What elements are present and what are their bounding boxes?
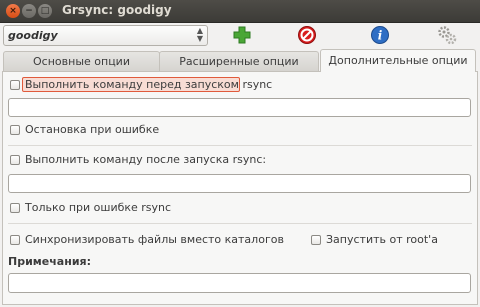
notes-input[interactable] bbox=[8, 273, 471, 293]
tab-extra-options[interactable]: Дополнительные опции bbox=[320, 49, 476, 72]
sync-files-checkbox[interactable] bbox=[10, 235, 20, 245]
only-on-error-checkbox[interactable] bbox=[10, 203, 20, 213]
combo-arrows-icon: ▲ ▼ bbox=[196, 26, 203, 43]
sync-files-label: Синхронизировать файлы вместо каталогов bbox=[25, 233, 284, 246]
run-before-checkbox[interactable] bbox=[10, 80, 20, 90]
run-as-root-label: Запустить от root'а bbox=[326, 233, 438, 246]
run-after-checkbox[interactable] bbox=[10, 155, 20, 165]
session-value: goodigy bbox=[8, 29, 58, 42]
window-title: Grsync: goodigy bbox=[62, 3, 172, 17]
only-on-error-label: Только при ошибке rsync bbox=[25, 201, 172, 214]
run-after-command-input[interactable] bbox=[8, 174, 471, 193]
minimize-window-button[interactable]: − bbox=[22, 4, 36, 18]
notes-label: Примечания: bbox=[8, 255, 91, 268]
svg-text:i: i bbox=[378, 29, 383, 43]
tab-basic-options[interactable]: Основные опции bbox=[3, 51, 160, 71]
session-combo[interactable]: goodigy ▲ ▼ bbox=[3, 25, 208, 46]
delete-session-icon[interactable] bbox=[296, 24, 318, 46]
run-after-label: Выполнить команду после запуска rsync: bbox=[25, 153, 267, 166]
run-as-root-checkbox[interactable] bbox=[311, 235, 321, 245]
add-session-icon[interactable] bbox=[231, 24, 253, 46]
info-icon[interactable]: i bbox=[369, 24, 391, 46]
stop-on-error-checkbox[interactable] bbox=[10, 125, 20, 135]
separator bbox=[8, 223, 472, 224]
maximize-window-button[interactable]: □ bbox=[38, 4, 52, 18]
stop-on-error-label: Остановка при ошибке bbox=[25, 123, 160, 136]
tab-advanced-options[interactable]: Расширенные опции bbox=[159, 51, 319, 71]
title-bar: × − □ Grsync: goodigy bbox=[0, 0, 480, 23]
close-window-button[interactable]: × bbox=[6, 4, 20, 18]
run-before-command-input[interactable] bbox=[8, 98, 471, 117]
separator bbox=[8, 145, 472, 146]
execute-icon[interactable] bbox=[436, 24, 458, 46]
run-before-label: Выполнить команду перед запуском rsync bbox=[25, 78, 273, 91]
